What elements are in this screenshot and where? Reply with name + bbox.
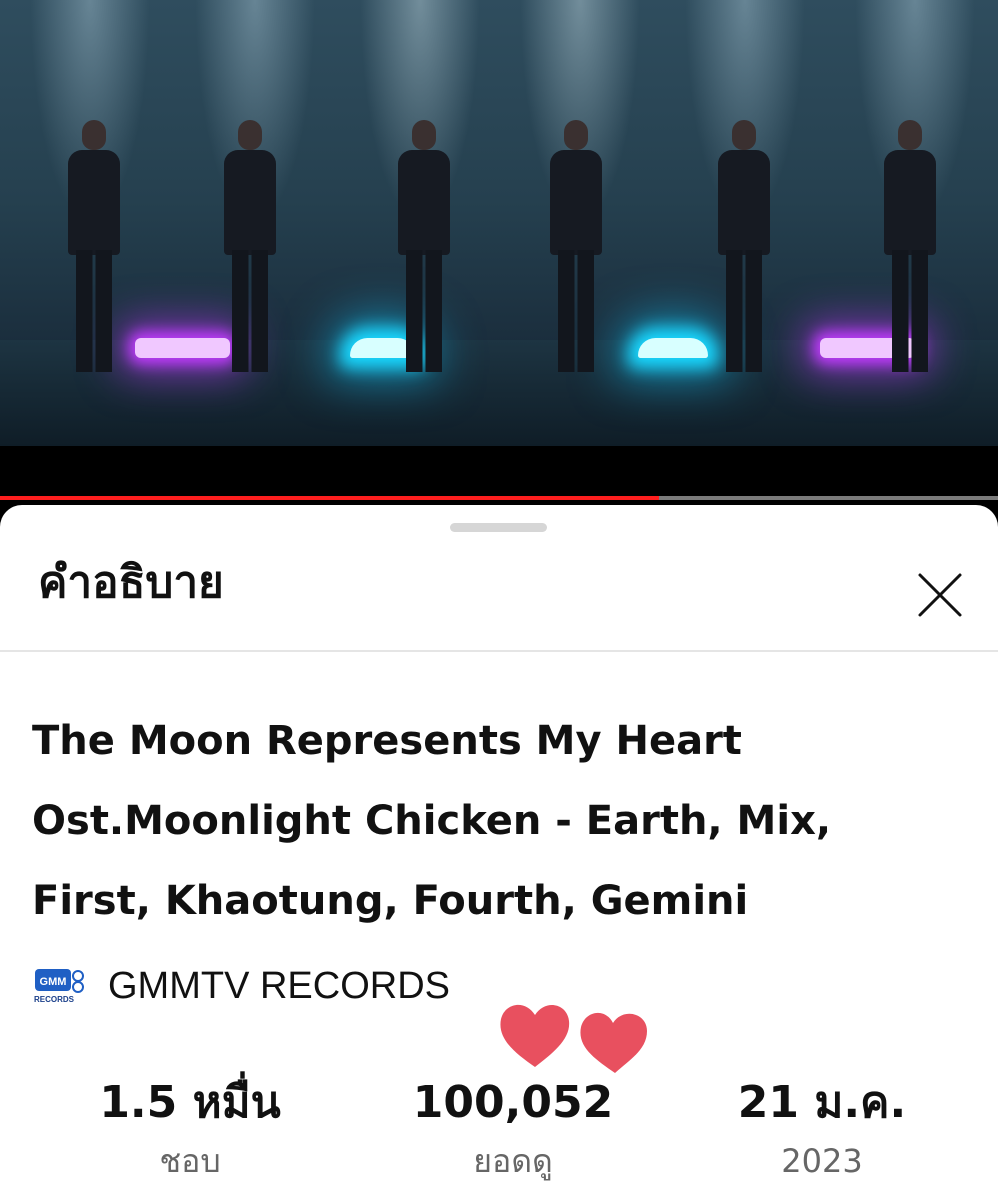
performer xyxy=(392,120,456,375)
performer xyxy=(218,120,282,375)
hearts-sticker xyxy=(500,1004,647,1073)
stage-light-purple-left xyxy=(135,338,230,358)
channel-link[interactable]: GMM RECORDS GMMTV RECORDS xyxy=(34,961,450,1011)
sheet-title: คำอธิบาย xyxy=(38,557,224,608)
views-label: ยอดดู xyxy=(473,1142,553,1180)
upload-date: 21 ม.ค. xyxy=(737,1077,907,1128)
channel-logo: GMM RECORDS xyxy=(34,967,86,1005)
video-frame xyxy=(0,0,998,446)
video-progress-played xyxy=(0,496,659,500)
stats-row: 1.5 หมื่น ชอบ 100,052 ยอดดู 21 ม.ค. 2023 xyxy=(0,1073,998,1193)
views-count: 100,052 xyxy=(412,1077,614,1128)
views-stat: 100,052 ยอดดู xyxy=(363,1073,663,1191)
likes-stat[interactable]: 1.5 หมื่น ชอบ xyxy=(40,1073,340,1191)
svg-text:GMM: GMM xyxy=(40,976,67,988)
video-title: The Moon Represents My Heart Ost.Moonlig… xyxy=(32,701,962,941)
performer xyxy=(544,120,608,375)
svg-text:RECORDS: RECORDS xyxy=(34,995,75,1004)
close-button[interactable] xyxy=(912,567,968,623)
performer xyxy=(62,120,126,375)
video-progress-bar[interactable] xyxy=(0,496,998,500)
drag-handle[interactable] xyxy=(450,523,547,532)
performer xyxy=(878,120,942,375)
performer xyxy=(712,120,776,375)
likes-label: ชอบ xyxy=(159,1142,221,1180)
channel-name: GMMTV RECORDS xyxy=(108,964,450,1007)
video-title-line: First, Khaotung, Fourth, Gemini xyxy=(32,878,749,924)
close-icon xyxy=(918,573,962,617)
video-title-line: The Moon Represents My Heart xyxy=(32,718,742,764)
video-player[interactable] xyxy=(0,0,998,500)
likes-count: 1.5 หมื่น xyxy=(99,1077,281,1128)
video-title-line: Ost.Moonlight Chicken - Earth, Mix, xyxy=(32,798,832,844)
upload-year: 2023 xyxy=(781,1142,863,1180)
stage-light-cyan-right xyxy=(638,338,708,358)
description-sheet: คำอธิบาย The Moon Represents My Heart Os… xyxy=(0,505,998,1200)
sheet-divider xyxy=(0,650,998,652)
date-stat: 21 ม.ค. 2023 xyxy=(672,1073,972,1191)
